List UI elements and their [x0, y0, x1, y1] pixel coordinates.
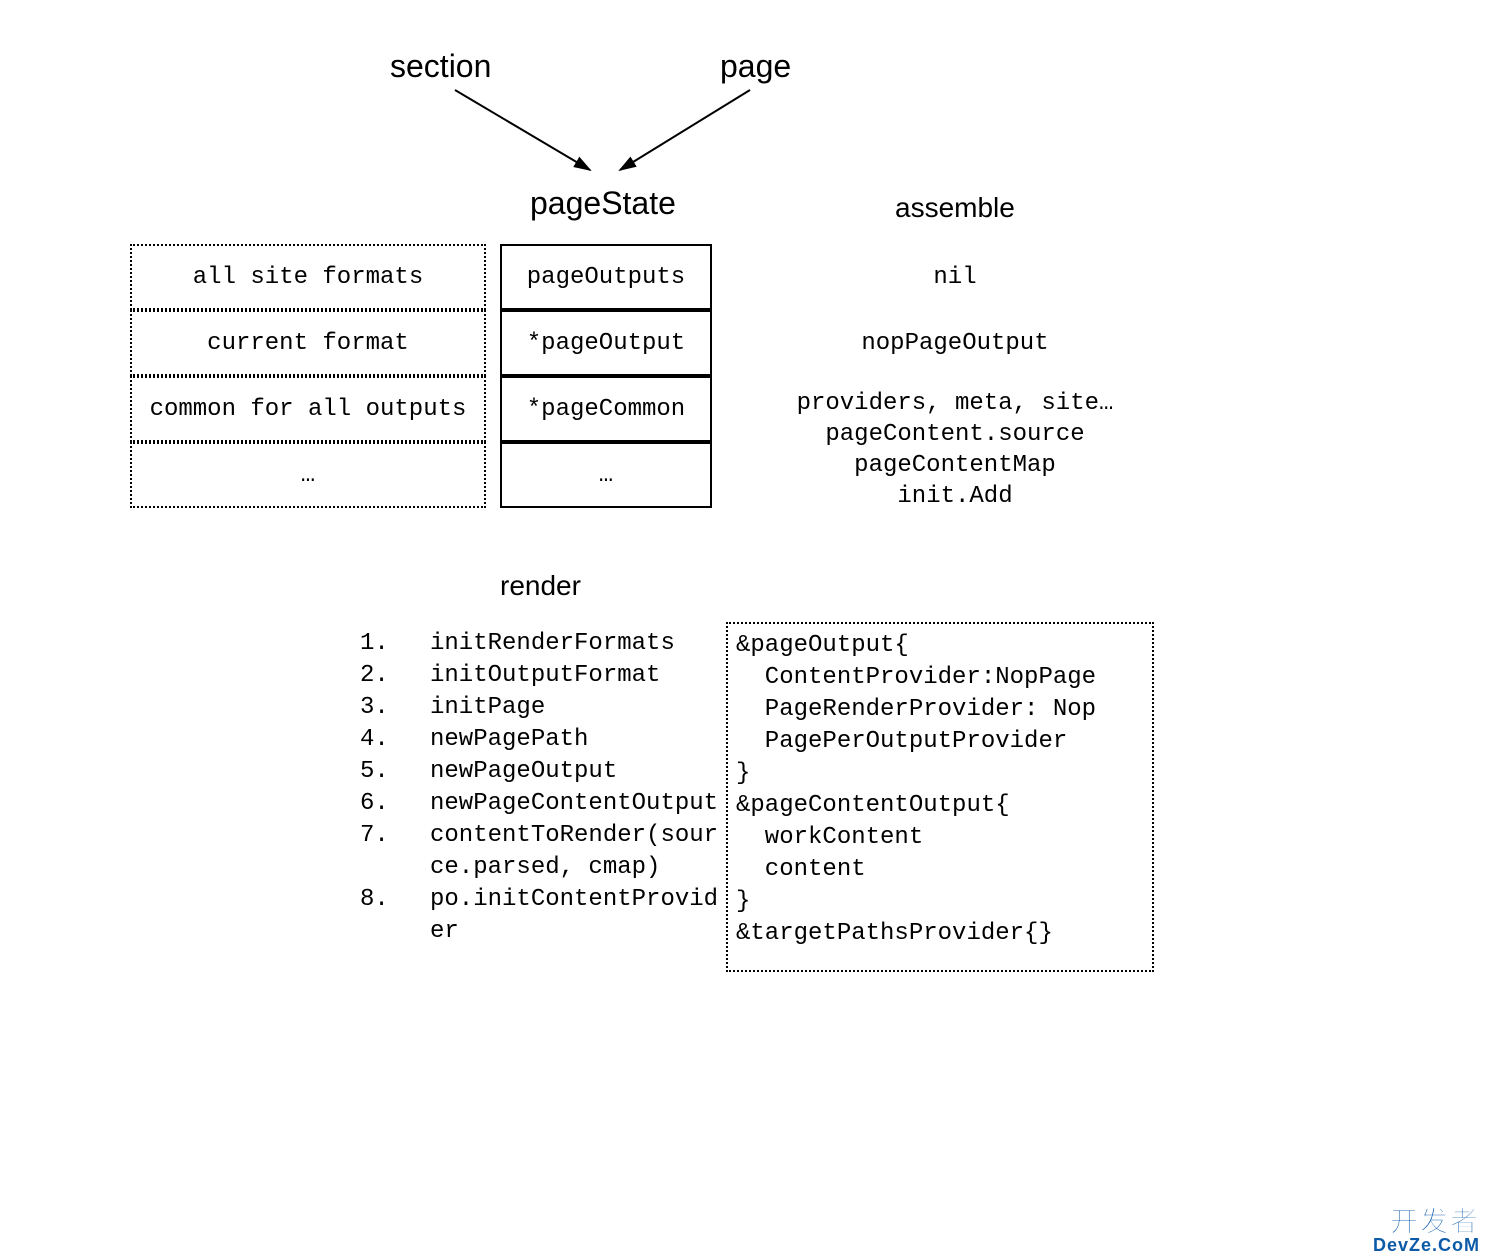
render-step-8: 8.po.initContentProvider — [360, 884, 720, 948]
render-step-7: 7.contentToRender(source.parsed, cmap) — [360, 820, 720, 884]
render-step-6: 6.newPageContentOutput — [360, 788, 720, 820]
left-cell-3: … — [130, 442, 486, 508]
assemble-row-1: nopPageOutput — [740, 310, 1170, 376]
assemble-row-2: providers, meta, site… — [740, 390, 1170, 417]
left-cell-2: common for all outputs — [130, 376, 486, 442]
render-step-5: 5.newPageOutput — [360, 756, 720, 788]
render-step-3: 3.initPage — [360, 692, 720, 724]
assemble-row-0-text: nil — [740, 264, 1170, 291]
render-step-2: 2.initOutputFormat — [360, 660, 720, 692]
render-list: 1.initRenderFormats 2.initOutputFormat 3… — [360, 628, 720, 948]
watermark-en: DevZe.CoM — [1373, 1236, 1480, 1254]
assemble-row-1-text: nopPageOutput — [740, 330, 1170, 357]
mid-cell-3: … — [500, 442, 712, 508]
assemble-heading: assemble — [895, 192, 1015, 224]
render-step-1: 1.initRenderFormats — [360, 628, 720, 660]
left-cell-1: current format — [130, 310, 486, 376]
assemble-row-2-block: providers, meta, site… pageContent.sourc… — [740, 390, 1170, 510]
render-step-4: 4.newPagePath — [360, 724, 720, 756]
render-heading: render — [500, 570, 581, 602]
pagestate-heading: pageState — [530, 185, 676, 222]
left-cell-0: all site formats — [130, 244, 486, 310]
assemble-row-0: nil — [740, 244, 1170, 310]
assemble-row-5: init.Add — [740, 483, 1170, 510]
mid-cell-0: pageOutputs — [500, 244, 712, 310]
watermark: 开发者 DevZe.CoM — [1373, 1208, 1480, 1254]
assemble-row-4: pageContentMap — [740, 452, 1170, 479]
mid-cell-2: *pageCommon — [500, 376, 712, 442]
assemble-row-3: pageContent.source — [740, 421, 1170, 448]
mid-cell-1: *pageOutput — [500, 310, 712, 376]
watermark-cn: 开发者 — [1373, 1208, 1480, 1236]
render-right-box: &pageOutput{ ContentProvider:NopPage Pag… — [726, 622, 1154, 972]
